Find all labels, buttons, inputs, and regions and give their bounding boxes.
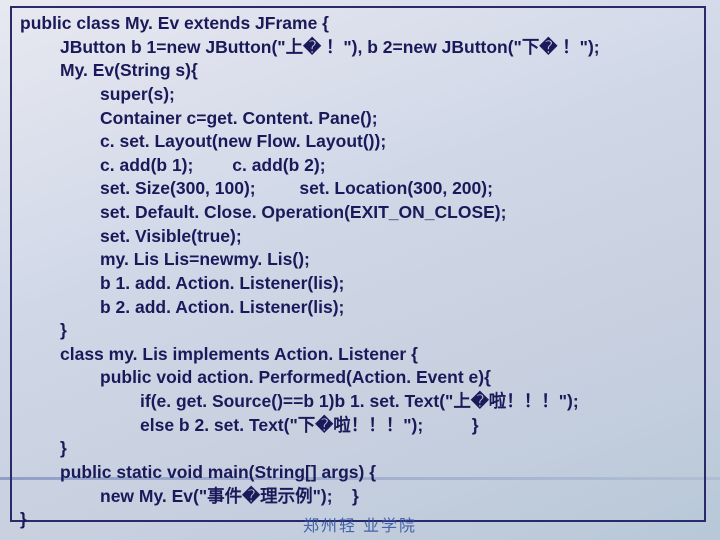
code-line: if(e. get. Source()==b 1)b 1. set. Text(… bbox=[20, 390, 696, 414]
code-line: c. set. Layout(new Flow. Layout()); bbox=[20, 130, 696, 154]
code-line: else b 2. set. Text("下�啦！！！"); } bbox=[20, 414, 696, 438]
code-line: b 2. add. Action. Listener(lis); bbox=[20, 296, 696, 320]
footer-institution: 郑州轻 业学院 bbox=[303, 512, 417, 536]
code-line: new My. Ev("事件�理示例"); } bbox=[20, 485, 696, 509]
code-line: public void action. Performed(Action. Ev… bbox=[20, 366, 696, 390]
code-line: set. Visible(true); bbox=[20, 225, 696, 249]
code-line: c. add(b 1); c. add(b 2); bbox=[20, 154, 696, 178]
code-line: JButton b 1=new JButton("上� ！"), b 2=new… bbox=[20, 36, 696, 60]
code-line: b 1. add. Action. Listener(lis); bbox=[20, 272, 696, 296]
code-line: super(s); bbox=[20, 83, 696, 107]
code-line: My. Ev(String s){ bbox=[20, 59, 696, 83]
code-line: Container c=get. Content. Pane(); bbox=[20, 107, 696, 131]
code-line: public class My. Ev extends JFrame { bbox=[20, 12, 696, 36]
code-line: set. Default. Close. Operation(EXIT_ON_C… bbox=[20, 201, 696, 225]
code-block: public class My. Ev extends JFrame { JBu… bbox=[10, 6, 706, 522]
code-line: public static void main(String[] args) { bbox=[20, 461, 696, 485]
code-line: } bbox=[20, 437, 696, 461]
code-line: class my. Lis implements Action. Listene… bbox=[20, 343, 696, 367]
code-line: my. Lis Lis=newmy. Lis(); bbox=[20, 248, 696, 272]
code-line: set. Size(300, 100); set. Location(300, … bbox=[20, 177, 696, 201]
code-line: } bbox=[20, 319, 696, 343]
